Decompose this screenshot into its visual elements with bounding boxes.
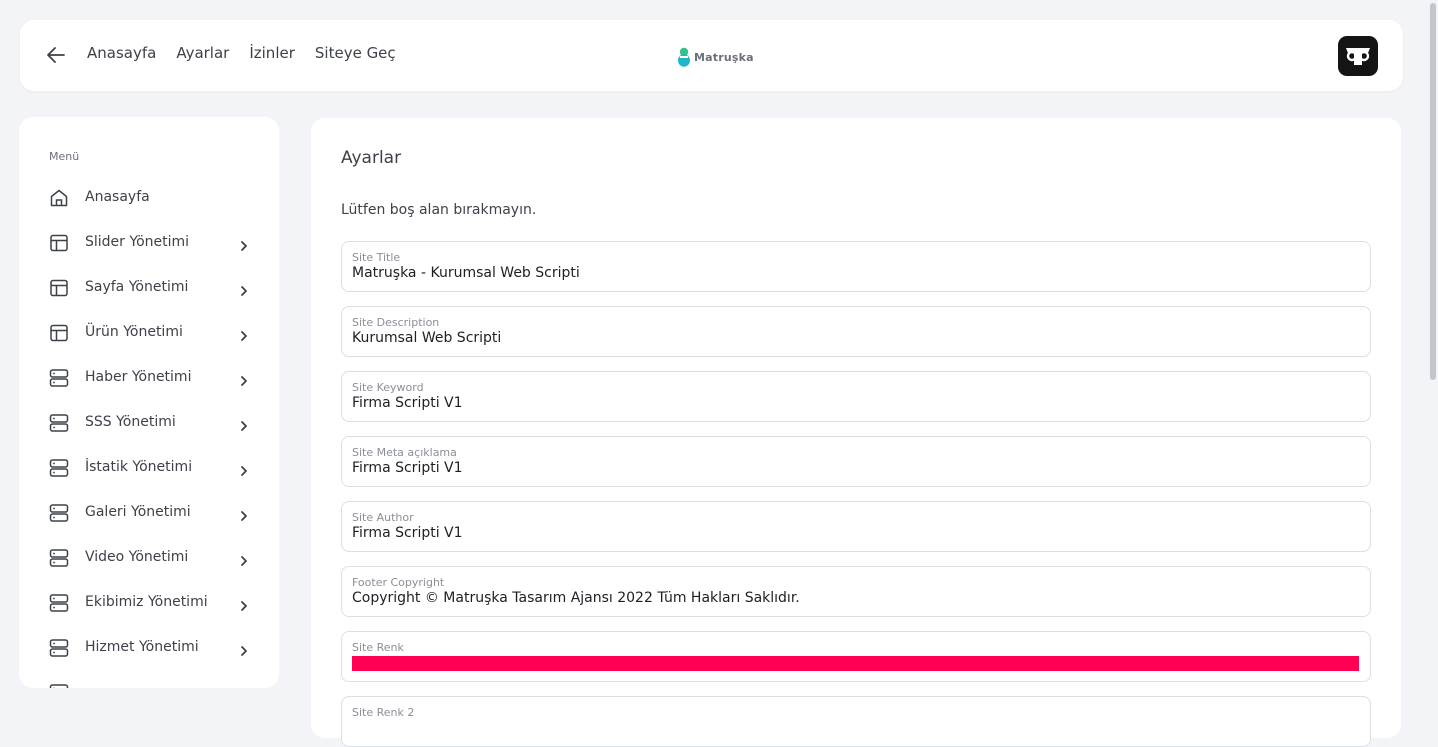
sidebar-item[interactable]: Hizmet Yönetimi bbox=[19, 627, 279, 672]
chevron-right-icon bbox=[238, 237, 250, 249]
logo-text: Matruşka bbox=[694, 51, 754, 64]
sidebar-item-label: Video Yönetimi bbox=[85, 549, 188, 565]
sidebar-item[interactable]: Haber Yönetimi bbox=[19, 357, 279, 402]
nav-link-ayarlar[interactable]: Ayarlar bbox=[176, 44, 229, 62]
layout-icon bbox=[49, 278, 69, 298]
top-navbar: Anasayfa Ayarlar İzinler Siteye Geç Matr… bbox=[20, 20, 1403, 91]
page-scrollbar[interactable] bbox=[1428, 0, 1438, 715]
chevron-right-icon bbox=[238, 642, 250, 654]
server-icon bbox=[49, 368, 69, 388]
sidebar-item[interactable]: Ürün Yönetimi bbox=[19, 312, 279, 357]
user-avatar[interactable] bbox=[1338, 36, 1378, 76]
chevron-right-icon bbox=[238, 417, 250, 429]
chevron-right-icon bbox=[238, 507, 250, 519]
field-value[interactable]: Firma Scripti V1 bbox=[352, 395, 463, 411]
sidebar-item-label: Haber Yönetimi bbox=[85, 369, 191, 385]
field-label: Site Renk 2 bbox=[352, 706, 414, 719]
server-icon bbox=[49, 503, 69, 523]
brand-logo[interactable]: Matruşka bbox=[677, 47, 754, 67]
top-nav-links: Anasayfa Ayarlar İzinler Siteye Geç bbox=[87, 44, 396, 62]
sidebar-item-label: Sayfa Yönetimi bbox=[85, 279, 188, 295]
server-icon bbox=[49, 593, 69, 613]
settings-field[interactable]: Footer CopyrightCopyright © Matruşka Tas… bbox=[341, 566, 1371, 617]
sidebar-item-label: Anasayfa bbox=[85, 189, 150, 205]
layout-icon bbox=[49, 233, 69, 253]
field-label: Site Renk bbox=[352, 641, 404, 654]
chevron-right-icon bbox=[238, 462, 250, 474]
server-icon bbox=[49, 638, 69, 658]
settings-field[interactable]: Site TitleMatruşka - Kurumsal Web Script… bbox=[341, 241, 1371, 292]
sidebar-item-label: SSS Yönetimi bbox=[85, 414, 176, 430]
field-label: Footer Copyright bbox=[352, 576, 444, 589]
sidebar-item-label: Slider Yönetimi bbox=[85, 234, 189, 250]
chevron-right-icon bbox=[238, 372, 250, 384]
field-value[interactable]: Matruşka - Kurumsal Web Scripti bbox=[352, 265, 580, 281]
sidebar-item-label: Hizmet Yönetimi bbox=[85, 639, 199, 655]
settings-field[interactable]: Site KeywordFirma Scripti V1 bbox=[341, 371, 1371, 422]
nav-link-anasayfa[interactable]: Anasayfa bbox=[87, 44, 156, 62]
settings-field[interactable]: Site Renk 2 bbox=[341, 696, 1371, 747]
field-label: Site Author bbox=[352, 511, 414, 524]
sidebar-menu: Anasayfa Slider Yönetimi Sayfa Yönetimi Ürü… bbox=[19, 177, 279, 688]
sidebar: Menü Anasayfa Slider Yönetimi Sayfa Yöneti… bbox=[19, 117, 279, 688]
settings-field[interactable]: Site Meta açıklamaFirma Scripti V1 bbox=[341, 436, 1371, 487]
settings-field[interactable]: Site Renk bbox=[341, 631, 1371, 682]
scrollbar-thumb[interactable] bbox=[1430, 3, 1436, 380]
sidebar-item-label: İstatik Yönetimi bbox=[85, 459, 192, 475]
home-icon bbox=[49, 188, 69, 208]
settings-field[interactable]: Site AuthorFirma Scripti V1 bbox=[341, 501, 1371, 552]
sidebar-item[interactable]: Slider Yönetimi bbox=[19, 222, 279, 267]
sidebar-item-label: Ürün Yönetimi bbox=[85, 324, 183, 340]
sidebar-item[interactable] bbox=[19, 672, 279, 688]
server-icon bbox=[49, 458, 69, 478]
sidebar-item[interactable]: Sayfa Yönetimi bbox=[19, 267, 279, 312]
sidebar-item[interactable]: Anasayfa bbox=[19, 177, 279, 222]
field-label: Site Description bbox=[352, 316, 439, 329]
chevron-right-icon bbox=[238, 282, 250, 294]
chevron-right-icon bbox=[238, 597, 250, 609]
color-swatch[interactable] bbox=[352, 656, 1359, 671]
field-value[interactable]: Firma Scripti V1 bbox=[352, 460, 463, 476]
field-label: Site Meta açıklama bbox=[352, 446, 457, 459]
settings-field[interactable]: Site DescriptionKurumsal Web Scripti bbox=[341, 306, 1371, 357]
back-arrow-icon[interactable] bbox=[46, 44, 66, 66]
nav-link-siteye-gec[interactable]: Siteye Geç bbox=[315, 44, 396, 62]
server-icon bbox=[49, 413, 69, 433]
field-label: Site Keyword bbox=[352, 381, 424, 394]
chevron-right-icon bbox=[238, 327, 250, 339]
field-label: Site Title bbox=[352, 251, 400, 264]
sidebar-item[interactable]: İstatik Yönetimi bbox=[19, 447, 279, 492]
server-icon bbox=[49, 548, 69, 568]
form-notice: Lütfen boş alan bırakmayın. bbox=[341, 202, 536, 218]
page-title: Ayarlar bbox=[341, 148, 401, 168]
field-value[interactable]: Copyright © Matruşka Tasarım Ajansı 2022… bbox=[352, 590, 800, 606]
chevron-right-icon bbox=[238, 687, 250, 688]
sidebar-item[interactable]: Galeri Yönetimi bbox=[19, 492, 279, 537]
sidebar-item-label: Galeri Yönetimi bbox=[85, 504, 191, 520]
sidebar-item[interactable]: SSS Yönetimi bbox=[19, 402, 279, 447]
menu-title: Menü bbox=[49, 150, 79, 163]
matryoshka-logo-icon bbox=[677, 47, 691, 67]
field-value[interactable]: Kurumsal Web Scripti bbox=[352, 330, 501, 346]
server-icon bbox=[49, 683, 69, 688]
sidebar-item[interactable]: Ekibimiz Yönetimi bbox=[19, 582, 279, 627]
field-value[interactable]: Firma Scripti V1 bbox=[352, 525, 463, 541]
layout-icon bbox=[49, 323, 69, 343]
nav-link-izinler[interactable]: İzinler bbox=[249, 44, 295, 62]
sidebar-item[interactable]: Video Yönetimi bbox=[19, 537, 279, 582]
chevron-right-icon bbox=[238, 552, 250, 564]
sidebar-item-label: Ekibimiz Yönetimi bbox=[85, 594, 208, 610]
settings-panel: Ayarlar Lütfen boş alan bırakmayın. Site… bbox=[311, 118, 1401, 738]
